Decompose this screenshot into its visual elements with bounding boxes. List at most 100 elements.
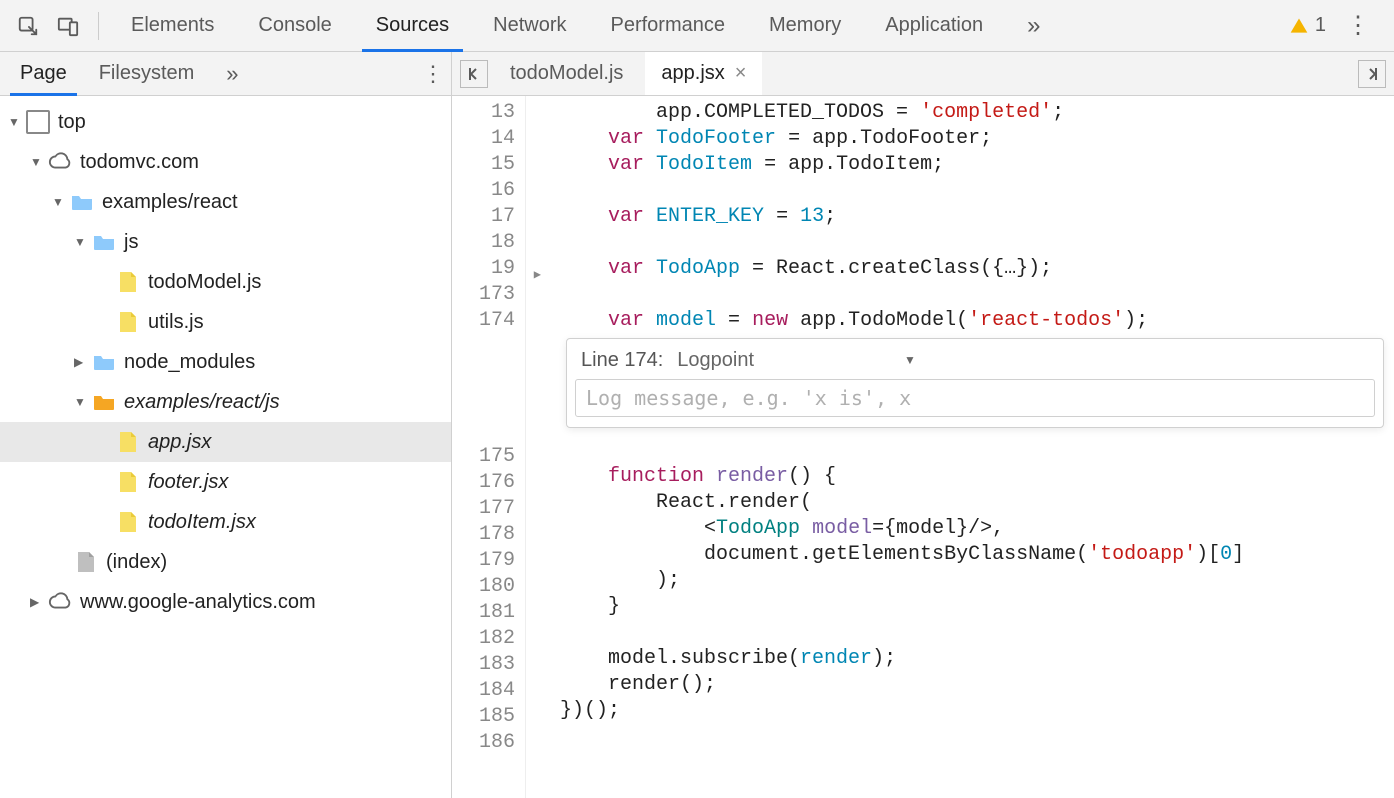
toolbar-right: 1 ⋮: [1289, 10, 1386, 42]
frame-icon: [26, 110, 50, 134]
tab-memory[interactable]: Memory: [747, 0, 863, 51]
navigator-menu-icon[interactable]: ⋮: [419, 61, 447, 87]
editor-tab-app[interactable]: app.jsx ×: [645, 52, 762, 95]
tree-folder-sourcemap[interactable]: ▼ examples/react/js: [0, 382, 451, 422]
tab-performance[interactable]: Performance: [589, 0, 748, 51]
tab-network[interactable]: Network: [471, 0, 588, 51]
panel-tabs: Elements Console Sources Network Perform…: [109, 0, 1289, 51]
tree-top[interactable]: ▼ top: [0, 102, 451, 142]
line-number[interactable]: 178: [458, 522, 515, 548]
line-number[interactable]: 185: [458, 704, 515, 730]
code-content[interactable]: app.COMPLETED_TODOS = 'completed'; var T…: [526, 96, 1394, 798]
line-number[interactable]: 177: [458, 496, 515, 522]
chevron-down-icon: ▼: [74, 235, 88, 249]
breakpoint-type-select[interactable]: Logpoint ▼: [677, 347, 916, 373]
line-number[interactable]: 179: [458, 548, 515, 574]
js-file-icon: [116, 270, 140, 294]
line-number[interactable]: 186: [458, 730, 515, 756]
line-number[interactable]: 182: [458, 626, 515, 652]
code-line: React.render(: [560, 490, 1394, 516]
tree-file[interactable]: footer.jsx: [0, 462, 451, 502]
tab-application[interactable]: Application: [863, 0, 1005, 51]
tabs-overflow-icon[interactable]: »: [1005, 0, 1062, 51]
code-line: [560, 230, 1394, 256]
line-number[interactable]: 15: [458, 152, 515, 178]
tree-folder[interactable]: ▼ js: [0, 222, 451, 262]
navigator-tab-page[interactable]: Page: [4, 52, 83, 95]
code-line: var TodoFooter = app.TodoFooter;: [560, 126, 1394, 152]
editor-pane: todoModel.js app.jsx × 13 14 15 16 17 18…: [452, 52, 1394, 798]
tree-label: utils.js: [148, 311, 204, 334]
line-number[interactable]: 176: [458, 470, 515, 496]
chevron-down-icon: ▼: [52, 195, 66, 209]
code-line: var TodoItem = app.TodoItem;: [560, 152, 1394, 178]
line-number[interactable]: 174: [458, 308, 515, 334]
folder-icon: [70, 190, 94, 214]
toggle-device-icon[interactable]: [52, 10, 84, 42]
code-line: var TodoApp = React.createClass({…});: [560, 256, 1394, 282]
code-line: var ENTER_KEY = 13;: [560, 204, 1394, 230]
close-icon[interactable]: ×: [735, 62, 747, 85]
line-number[interactable]: 173: [458, 282, 515, 308]
tree-folder[interactable]: ▶ node_modules: [0, 342, 451, 382]
warning-count: 1: [1315, 14, 1326, 37]
tree-file[interactable]: utils.js: [0, 302, 451, 342]
file-tree: ▼ top ▼ todomvc.com ▼ examples/react: [0, 96, 451, 798]
navigator-tabs: Page Filesystem » ⋮: [0, 52, 451, 96]
warnings-badge[interactable]: 1: [1289, 14, 1326, 37]
line-gutter[interactable]: 13 14 15 16 17 18 19▶ 173 174 175 176 17…: [452, 96, 526, 798]
tree-label: (index): [106, 551, 167, 574]
line-number[interactable]: 181: [458, 600, 515, 626]
editor-tabbar: todoModel.js app.jsx ×: [452, 52, 1394, 96]
breakpoint-type-label: Logpoint: [677, 347, 754, 373]
line-number[interactable]: 16: [458, 178, 515, 204]
kebab-menu-icon[interactable]: ⋮: [1342, 10, 1374, 42]
logpoint-line-label: Line 174:: [581, 347, 663, 373]
line-number[interactable]: 19▶: [458, 256, 515, 282]
tree-file-selected[interactable]: app.jsx: [0, 422, 451, 462]
tab-elements[interactable]: Elements: [109, 0, 236, 51]
line-number[interactable]: 183: [458, 652, 515, 678]
select-element-icon[interactable]: [12, 10, 44, 42]
line-number[interactable]: 14: [458, 126, 515, 152]
navigate-back-icon[interactable]: [460, 60, 488, 88]
tree-file[interactable]: todoItem.jsx: [0, 502, 451, 542]
code-editor[interactable]: 13 14 15 16 17 18 19▶ 173 174 175 176 17…: [452, 96, 1394, 798]
navigate-forward-icon[interactable]: [1358, 60, 1386, 88]
logpoint-message-input[interactable]: [575, 379, 1375, 417]
tree-label: js: [124, 231, 138, 254]
chevron-down-icon: ▼: [74, 395, 88, 409]
tree-label: todoModel.js: [148, 271, 261, 294]
toolbar-divider: [98, 12, 99, 40]
js-file-icon: [116, 430, 140, 454]
navigator-tab-filesystem[interactable]: Filesystem: [83, 52, 211, 95]
cloud-icon: [48, 590, 72, 614]
code-line: document.getElementsByClassName('todoapp…: [560, 542, 1394, 568]
tab-console[interactable]: Console: [236, 0, 353, 51]
line-number[interactable]: 180: [458, 574, 515, 600]
tree-label: examples/react/js: [124, 391, 280, 414]
line-number[interactable]: 184: [458, 678, 515, 704]
folder-icon: [92, 350, 116, 374]
fold-icon[interactable]: ▶: [534, 262, 541, 288]
tab-sources[interactable]: Sources: [354, 0, 471, 51]
line-number[interactable]: 13: [458, 100, 515, 126]
line-number[interactable]: 17: [458, 204, 515, 230]
navigator-tabs-overflow-icon[interactable]: »: [210, 52, 254, 95]
line-number[interactable]: 175: [458, 444, 515, 470]
document-icon: [74, 550, 98, 574]
devtools-toolbar: Elements Console Sources Network Perform…: [0, 0, 1394, 52]
editor-tab-todomodel[interactable]: todoModel.js: [494, 52, 639, 95]
tree-file[interactable]: todoModel.js: [0, 262, 451, 302]
tree-domain[interactable]: ▶ www.google-analytics.com: [0, 582, 451, 622]
editor-tab-label: app.jsx: [661, 62, 724, 85]
folder-icon: [92, 230, 116, 254]
tree-folder[interactable]: ▼ examples/react: [0, 182, 451, 222]
chevron-right-icon: ▶: [74, 355, 88, 369]
folder-icon: [92, 390, 116, 414]
tree-domain[interactable]: ▼ todomvc.com: [0, 142, 451, 182]
code-line: [560, 282, 1394, 308]
tree-file[interactable]: (index): [0, 542, 451, 582]
js-file-icon: [116, 470, 140, 494]
line-number[interactable]: 18: [458, 230, 515, 256]
